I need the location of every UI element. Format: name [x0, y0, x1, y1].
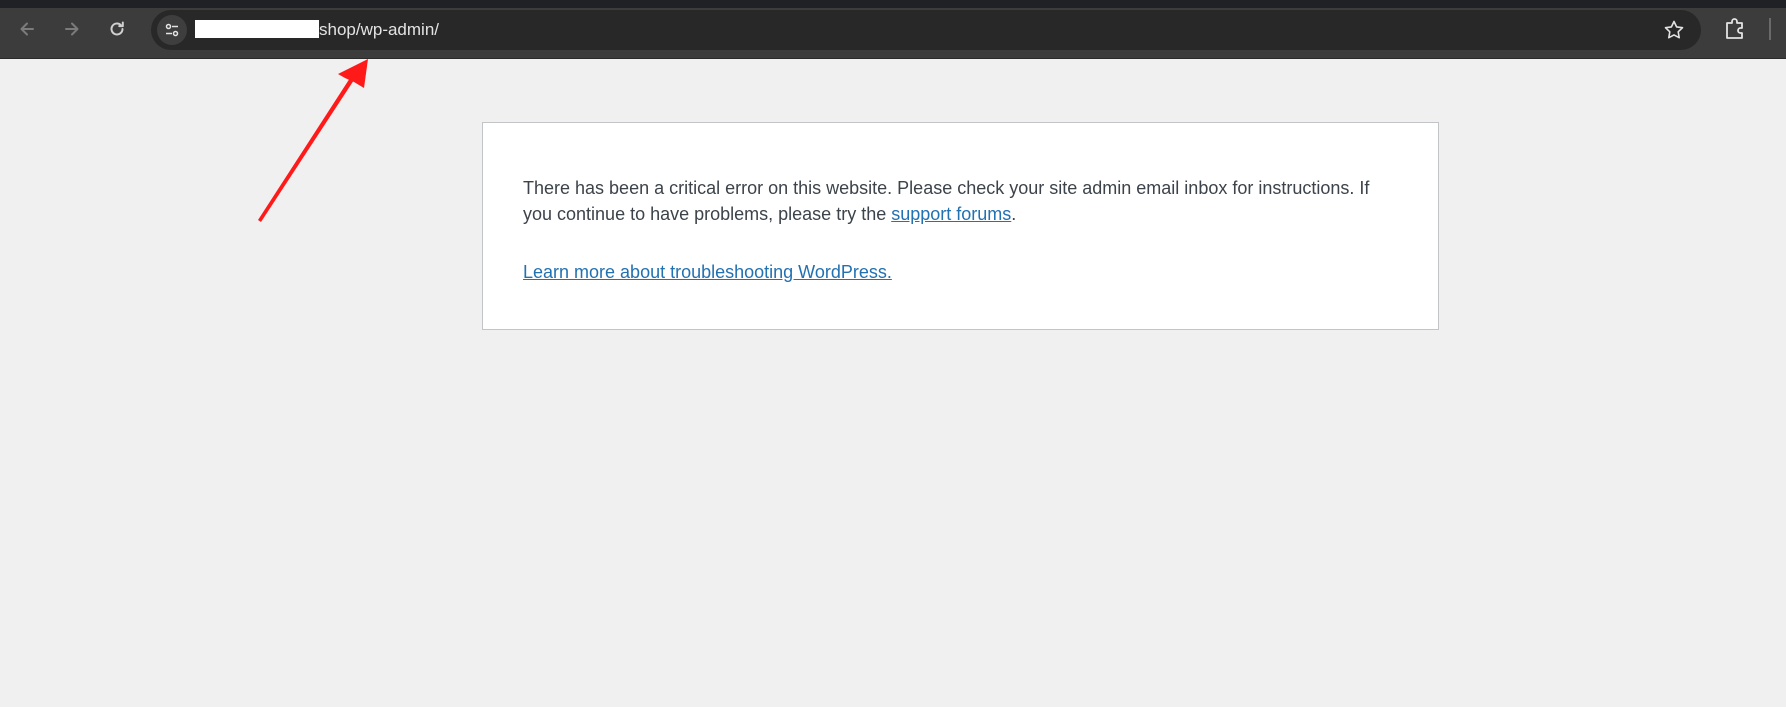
error-message: There has been a critical error on this … — [523, 175, 1399, 227]
arrow-right-icon — [65, 22, 79, 36]
puzzle-icon[interactable] — [1721, 15, 1749, 43]
star-icon[interactable] — [1663, 19, 1685, 41]
url-text[interactable]: shop/wp-admin/ — [195, 20, 439, 40]
arrow-left-icon — [20, 22, 34, 36]
arrow-head — [338, 59, 368, 88]
tab-strip-edge — [0, 0, 1786, 8]
learn-more-link[interactable]: Learn more about troubleshooting WordPre… — [523, 262, 892, 282]
back-button[interactable] — [11, 13, 43, 45]
learn-more-paragraph: Learn more about troubleshooting WordPre… — [523, 259, 1399, 285]
redacted-domain — [195, 20, 319, 38]
url-path: shop/wp-admin/ — [319, 20, 440, 39]
reload-button[interactable] — [101, 13, 133, 45]
toolbar-divider — [1769, 18, 1771, 40]
browser-toolbar: shop/wp-admin/ — [0, 0, 1786, 59]
address-bar[interactable]: shop/wp-admin/ — [151, 10, 1701, 50]
tune-icon — [165, 23, 179, 37]
support-forums-link[interactable]: support forums — [891, 204, 1011, 224]
arrow-shaft — [258, 78, 354, 222]
site-info-button[interactable] — [157, 15, 187, 45]
annotation-arrow — [258, 59, 368, 222]
forward-button[interactable] — [56, 13, 88, 45]
error-message-end: . — [1011, 204, 1017, 224]
wp-error-box: There has been a critical error on this … — [482, 122, 1439, 330]
reload-icon — [110, 21, 124, 36]
